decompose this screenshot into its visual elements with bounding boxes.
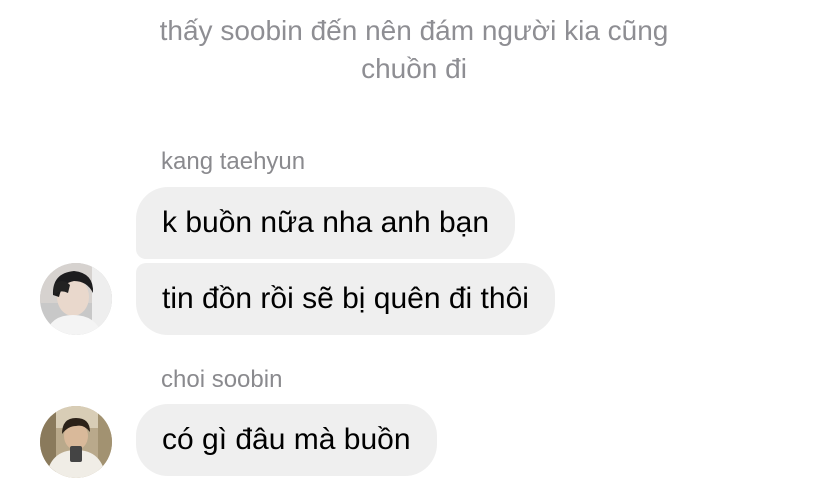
system-message: thấy soobin đến nên đám người kia cũng c… xyxy=(159,15,669,84)
user-avatar-photo-icon xyxy=(40,263,112,335)
message-bubble[interactable]: có gì đâu mà buồn xyxy=(136,404,437,476)
sender-name[interactable]: kang taehyun xyxy=(161,147,305,177)
message-bubble[interactable]: k buồn nữa nha anh bạn xyxy=(136,187,516,259)
avatar[interactable] xyxy=(40,406,112,478)
sender-name[interactable]: choi soobin xyxy=(161,365,282,395)
user-avatar-photo-icon xyxy=(40,406,112,478)
avatar[interactable] xyxy=(40,263,112,335)
chat-thread: thấy soobin đến nên đám người kia cũng c… xyxy=(0,0,828,496)
message-bubble[interactable]: tin đồn rồi sẽ bị quên đi thôi xyxy=(136,263,555,335)
